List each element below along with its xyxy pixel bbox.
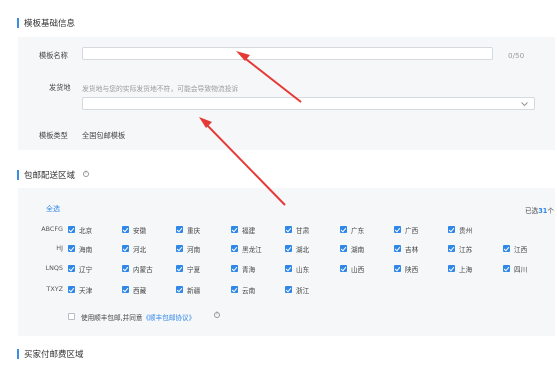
province-checkbox[interactable] (503, 265, 510, 272)
free-area-panel: 全选 已选31个 ABCFG 北京 安徽 重庆 福建 甘肃 广东 广西 贵州 HJ 海南 河北 河南 黑龙… (18, 188, 555, 336)
province-checkbox[interactable] (394, 265, 401, 272)
province-checkbox[interactable] (340, 265, 347, 272)
province-label[interactable]: 上海 (459, 264, 472, 274)
sf-agreement-link[interactable]: 《顺丰包邮协议》 (142, 314, 195, 322)
province-label[interactable]: 辽宁 (79, 264, 92, 274)
province-checkbox[interactable] (176, 245, 183, 252)
province-checkbox[interactable] (68, 286, 75, 293)
template-type-label: 模板类型 (39, 131, 68, 140)
province-checkbox[interactable] (285, 286, 292, 293)
province-label[interactable]: 甘肃 (296, 225, 309, 235)
province-label[interactable]: 福建 (242, 225, 255, 235)
province-label[interactable]: 吉林 (405, 244, 418, 254)
province-label[interactable]: 青海 (242, 264, 255, 274)
province-label[interactable]: 广西 (405, 225, 418, 235)
province-checkbox[interactable] (340, 226, 347, 233)
section-title-paid-area: 买家付邮费区域 (24, 350, 84, 360)
province-label[interactable]: 内蒙古 (133, 264, 153, 274)
section-title-free-area: 包邮配送区域 (24, 171, 76, 181)
selected-count-suffix: 个 (547, 207, 554, 215)
province-label[interactable]: 宁夏 (187, 264, 200, 274)
province-label[interactable]: 湖南 (351, 244, 364, 254)
province-label[interactable]: 安徽 (133, 225, 146, 235)
province-label[interactable]: 云南 (242, 285, 255, 295)
province-checkbox[interactable] (231, 245, 238, 252)
province-checkbox[interactable] (122, 286, 129, 293)
select-all-link[interactable]: 全选 (46, 204, 60, 214)
province-label[interactable]: 四川 (514, 264, 527, 274)
chevron-down-icon (521, 102, 528, 107)
template-name-label: 模板名称 (39, 51, 68, 60)
ship-from-hint: 发货地与您的实际发货地不符，可能会导致物流投诉 (82, 85, 239, 93)
group-code: TXYZ (46, 285, 63, 293)
province-label[interactable]: 浙江 (296, 285, 309, 295)
section-marker (17, 18, 19, 28)
section-marker (17, 170, 19, 180)
province-checkbox[interactable] (285, 226, 292, 233)
province-label[interactable]: 新疆 (187, 285, 200, 295)
province-label[interactable]: 江苏 (459, 244, 472, 254)
group-code: LNQS (45, 264, 63, 272)
province-checkbox[interactable] (394, 245, 401, 252)
province-label[interactable]: 陕西 (405, 264, 418, 274)
province-checkbox[interactable] (340, 245, 347, 252)
province-checkbox[interactable] (122, 265, 129, 272)
province-checkbox[interactable] (394, 226, 401, 233)
section-marker (17, 349, 19, 359)
province-label[interactable]: 贵州 (459, 225, 472, 235)
province-checkbox[interactable] (68, 245, 75, 252)
selected-count-number: 31 (538, 207, 548, 215)
ship-from-label: 发货地 (49, 83, 71, 92)
province-checkbox[interactable] (448, 265, 455, 272)
sf-checkbox[interactable] (68, 313, 75, 320)
province-label[interactable]: 江西 (514, 244, 527, 254)
province-label[interactable]: 广东 (351, 225, 364, 235)
template-name-counter: 0/50 (508, 51, 525, 60)
province-checkbox[interactable] (503, 245, 510, 252)
province-label[interactable]: 河南 (187, 244, 200, 254)
province-label[interactable]: 北京 (79, 225, 92, 235)
selected-count: 已选31个 (525, 205, 554, 215)
province-checkbox[interactable] (176, 226, 183, 233)
info-icon[interactable]: ? (83, 171, 89, 177)
basic-info-panel: 模板名称 0/50 发货地 发货地与您的实际发货地不符，可能会导致物流投诉 模板… (18, 37, 555, 150)
province-checkbox[interactable] (285, 265, 292, 272)
group-code: HJ (56, 244, 63, 252)
province-checkbox[interactable] (448, 245, 455, 252)
province-checkbox[interactable] (122, 226, 129, 233)
section-title-basic: 模板基础信息 (24, 19, 76, 29)
province-checkbox[interactable] (231, 226, 238, 233)
province-label[interactable]: 重庆 (187, 225, 200, 235)
province-checkbox[interactable] (448, 226, 455, 233)
sf-agreement: 使用顺丰包邮,并同意《顺丰包邮协议》 (81, 312, 195, 322)
province-checkbox[interactable] (176, 286, 183, 293)
province-label[interactable]: 山西 (351, 264, 364, 274)
template-name-input[interactable] (82, 47, 493, 60)
province-label[interactable]: 河北 (133, 244, 146, 254)
province-label[interactable]: 西藏 (133, 285, 146, 295)
province-checkbox[interactable] (68, 265, 75, 272)
ship-from-select[interactable] (82, 97, 535, 110)
province-checkbox[interactable] (231, 265, 238, 272)
province-label[interactable]: 湖北 (296, 244, 309, 254)
sf-text: 使用顺丰包邮,并同意 (81, 314, 143, 322)
province-label[interactable]: 海南 (79, 244, 92, 254)
province-label[interactable]: 天津 (79, 285, 92, 295)
template-type-value: 全国包邮模板 (82, 131, 126, 140)
province-label[interactable]: 山东 (296, 264, 309, 274)
province-checkbox[interactable] (176, 265, 183, 272)
province-checkbox[interactable] (122, 245, 129, 252)
province-label[interactable]: 黑龙江 (242, 244, 262, 254)
selected-count-prefix: 已选 (525, 207, 539, 215)
group-code: ABCFG (41, 225, 63, 233)
province-checkbox[interactable] (231, 286, 238, 293)
province-checkbox[interactable] (285, 245, 292, 252)
province-checkbox[interactable] (68, 226, 75, 233)
info-icon[interactable]: ? (214, 312, 220, 318)
